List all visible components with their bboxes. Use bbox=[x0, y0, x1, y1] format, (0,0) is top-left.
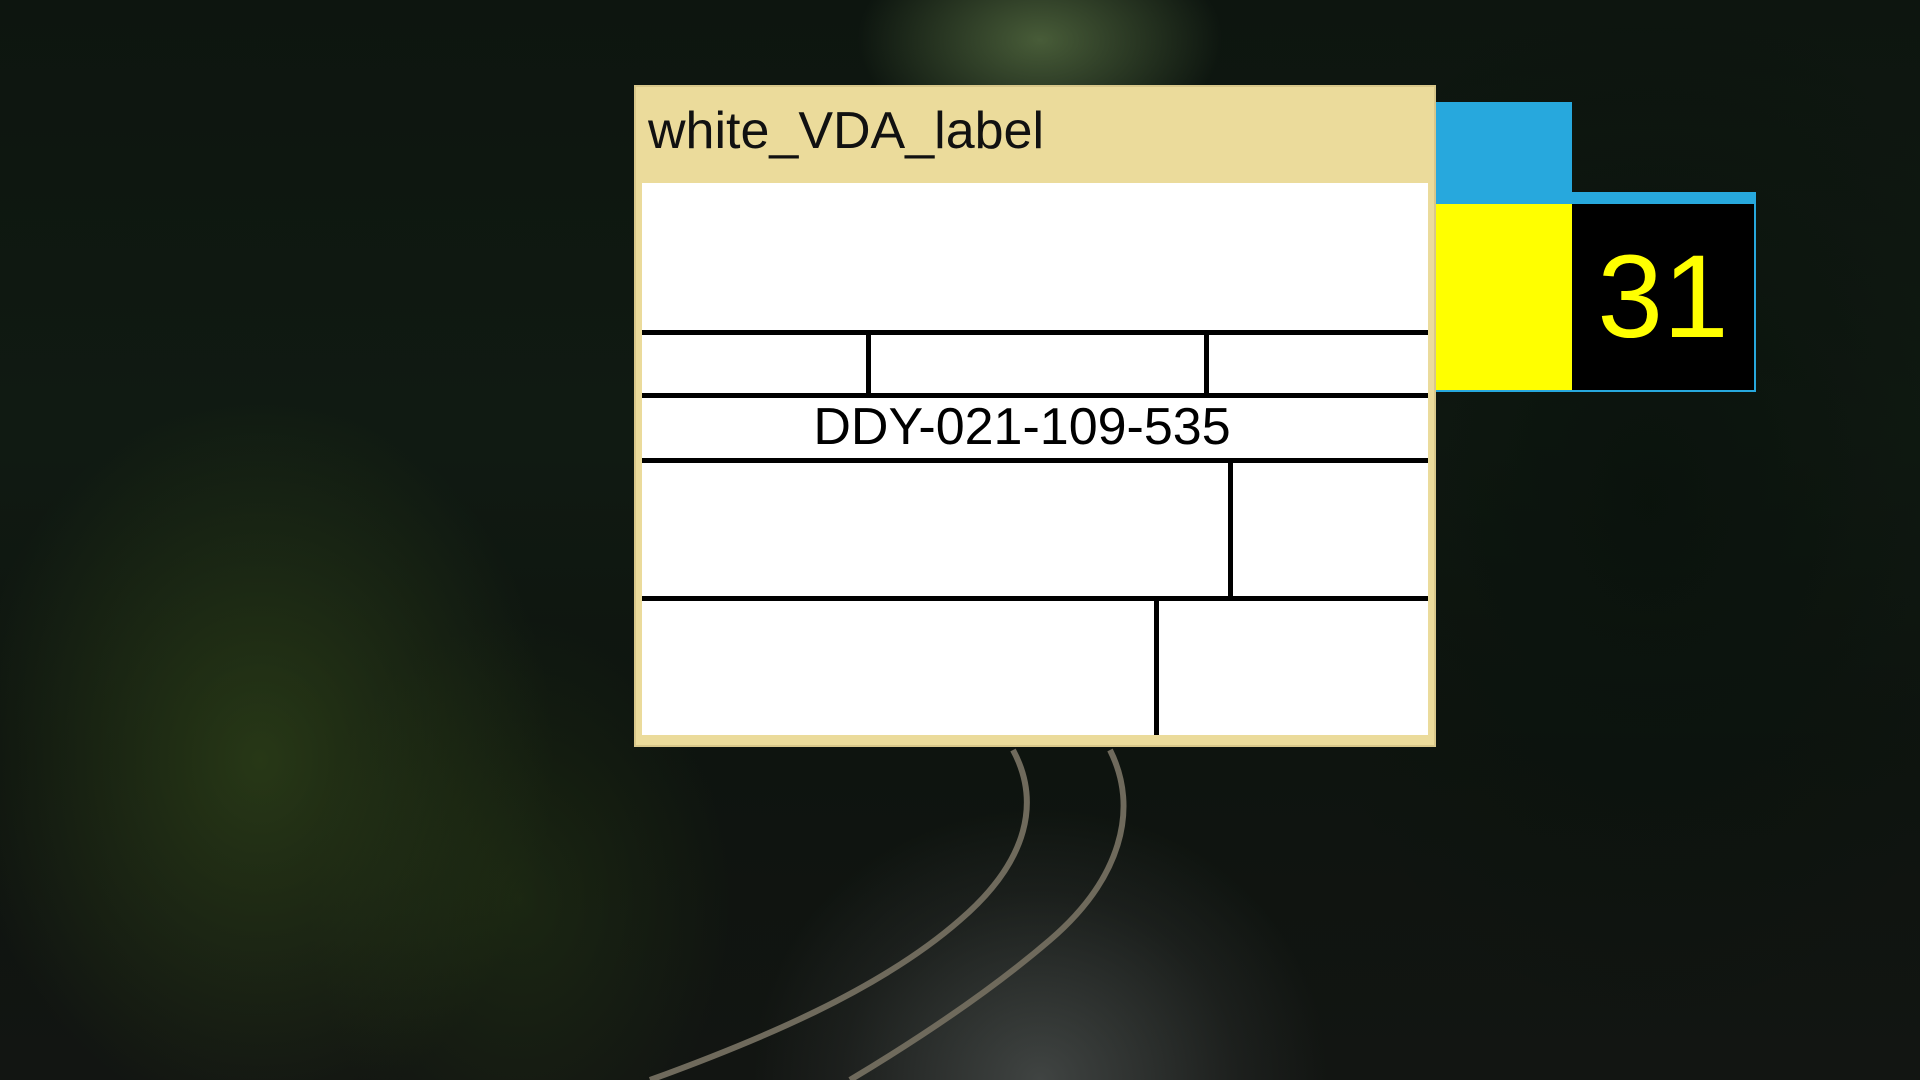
background-number-widget[interactable]: 31 bbox=[1420, 102, 1762, 392]
widget-number: 31 bbox=[1572, 204, 1754, 390]
label-divider bbox=[642, 330, 1428, 335]
widget-tab bbox=[1420, 102, 1572, 198]
desktop-background: 31 white_VDA_label DDY-021-109-535 bbox=[0, 0, 1920, 1080]
label-cell-top bbox=[642, 183, 1428, 330]
label-divider bbox=[1154, 596, 1159, 735]
label-window[interactable]: white_VDA_label DDY-021-109-535 bbox=[634, 85, 1436, 747]
label-divider bbox=[642, 458, 1428, 463]
part-number-text: DDY-021-109-535 bbox=[813, 398, 1231, 456]
vda-label-card: DDY-021-109-535 bbox=[642, 183, 1428, 735]
label-divider bbox=[1228, 458, 1233, 598]
label-divider bbox=[866, 330, 871, 395]
window-title: white_VDA_label bbox=[648, 102, 1045, 160]
label-divider bbox=[642, 596, 1428, 601]
label-divider bbox=[1204, 330, 1209, 395]
widget-yellow-cell bbox=[1420, 204, 1572, 390]
